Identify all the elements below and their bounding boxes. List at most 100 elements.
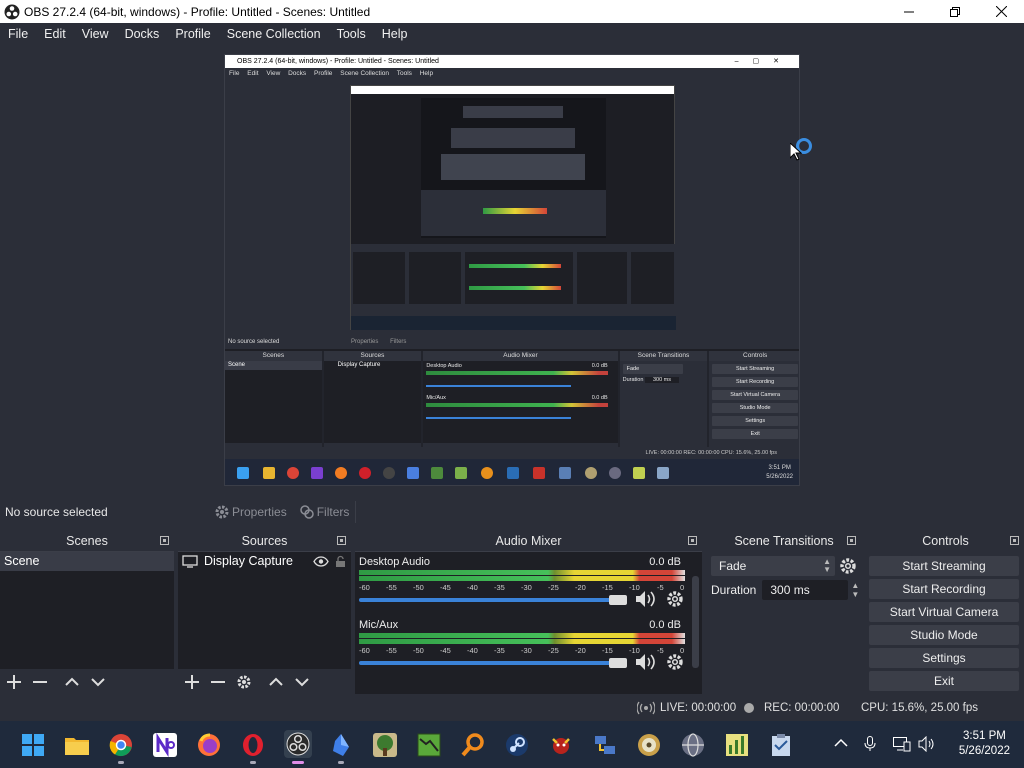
scene-transitions-dock: Scene Transitions Fade ▲ ▼ Duration 300 m… bbox=[707, 531, 861, 694]
gear-icon[interactable] bbox=[839, 557, 857, 575]
preview-area[interactable]: OBS 27.2.4 (64-bit, windows) - Profile: … bbox=[0, 45, 1024, 495]
scene-move-down-button[interactable] bbox=[88, 672, 108, 692]
menu-file[interactable]: File bbox=[0, 23, 36, 45]
nested-taskbar-icon bbox=[507, 467, 519, 479]
menu-profile[interactable]: Profile bbox=[167, 23, 218, 45]
source-move-down-button[interactable] bbox=[292, 672, 312, 692]
visibility-eye-icon[interactable] bbox=[313, 556, 329, 567]
taskbar-clipboard-app[interactable] bbox=[768, 732, 793, 757]
exit-button[interactable]: Exit bbox=[869, 671, 1019, 691]
steam-icon bbox=[505, 733, 528, 756]
settings-button[interactable]: Settings bbox=[869, 648, 1019, 668]
gear-icon[interactable] bbox=[666, 653, 684, 671]
filter-icon bbox=[299, 505, 314, 519]
lock-icon[interactable] bbox=[335, 555, 346, 568]
taskbar-file-explorer[interactable] bbox=[64, 732, 89, 757]
nested-duration-value: 300 ms bbox=[644, 377, 679, 383]
duration-spin-icon[interactable]: ▲ ▼ bbox=[851, 581, 859, 599]
volume-slider-handle[interactable] bbox=[609, 658, 627, 668]
nested-clock-time: 3:51 PM bbox=[768, 465, 791, 471]
nested-inner-dock bbox=[577, 252, 627, 304]
nested-controls-dock: Controls Start Streaming Start Recording… bbox=[709, 351, 799, 459]
undock-icon[interactable] bbox=[337, 536, 346, 545]
microphone-icon[interactable] bbox=[864, 736, 876, 752]
nested-title: OBS 27.2.4 (64-bit, windows) - Profile: … bbox=[237, 58, 439, 65]
source-move-up-button[interactable] bbox=[266, 672, 286, 692]
source-item-label: Display Capture bbox=[204, 554, 293, 568]
taskbar-steam[interactable] bbox=[504, 732, 529, 757]
start-streaming-button[interactable]: Start Streaming bbox=[869, 556, 1019, 576]
undock-icon[interactable] bbox=[688, 536, 697, 545]
menu-view[interactable]: View bbox=[74, 23, 117, 45]
source-properties-button[interactable] bbox=[234, 672, 254, 692]
start-recording-button[interactable]: Start Recording bbox=[869, 579, 1019, 599]
active-indicator bbox=[292, 761, 304, 764]
remove-scene-button[interactable] bbox=[30, 672, 50, 692]
maximize-button[interactable] bbox=[932, 0, 978, 23]
taskbar-chart-app[interactable] bbox=[724, 732, 749, 757]
menu-edit[interactable]: Edit bbox=[36, 23, 74, 45]
start-button[interactable] bbox=[20, 732, 45, 757]
volume-slider[interactable] bbox=[359, 661, 627, 665]
menu-tools[interactable]: Tools bbox=[329, 23, 374, 45]
add-scene-button[interactable] bbox=[4, 672, 24, 692]
nested-inner-taskbar bbox=[351, 316, 676, 330]
scene-item[interactable]: Scene bbox=[0, 552, 174, 571]
scale-tick: -45 bbox=[440, 646, 451, 655]
nested-start-virtual-camera: Start Virtual Camera bbox=[712, 390, 798, 400]
undock-icon[interactable] bbox=[847, 536, 856, 545]
undock-icon[interactable] bbox=[160, 536, 169, 545]
menu-help[interactable]: Help bbox=[374, 23, 416, 45]
taskbar-clock[interactable]: 3:51 PM 5/26/2022 bbox=[959, 729, 1010, 759]
taskbar-tree-app[interactable] bbox=[372, 732, 397, 757]
minimize-button[interactable] bbox=[886, 0, 932, 23]
nested-controls-title: Controls bbox=[709, 351, 799, 361]
taskbar-globe-app[interactable] bbox=[680, 732, 705, 757]
controls-dock: Controls Start Streaming Start Recording… bbox=[867, 531, 1024, 694]
undock-icon[interactable] bbox=[1010, 536, 1019, 545]
taskbar-firefox[interactable] bbox=[196, 732, 221, 757]
properties-button[interactable]: Properties bbox=[211, 501, 290, 523]
menu-scene-collection[interactable]: Scene Collection bbox=[219, 23, 329, 45]
taskbar-disc-app[interactable] bbox=[636, 732, 661, 757]
taskbar-obs[interactable] bbox=[284, 730, 312, 758]
move-down-icon bbox=[295, 677, 309, 686]
gear-icon[interactable] bbox=[666, 590, 684, 608]
taskbar-game-app[interactable] bbox=[548, 732, 573, 757]
speaker-volume-icon[interactable] bbox=[918, 736, 936, 752]
mixer-channel-desktop-audio: Desktop Audio 0.0 dB -60 -55 -50 -45 -40… bbox=[359, 556, 689, 616]
transition-select[interactable]: Fade ▲ ▼ bbox=[711, 556, 835, 576]
nested-mixer-body: Desktop Audio 0.0 dB Mic/Aux 0.0 dB bbox=[423, 361, 618, 443]
volume-slider-handle[interactable] bbox=[609, 595, 627, 605]
scenes-list[interactable]: Scene bbox=[0, 551, 174, 669]
window-titlebar: OBS 27.2.4 (64-bit, windows) - Profile: … bbox=[0, 0, 1024, 23]
menu-docks[interactable]: Docks bbox=[117, 23, 168, 45]
studio-mode-button[interactable]: Studio Mode bbox=[869, 625, 1019, 645]
channel-name: Mic/Aux bbox=[359, 619, 399, 631]
close-button[interactable] bbox=[978, 0, 1024, 23]
taskbar-network-app[interactable] bbox=[592, 732, 617, 757]
taskbar-opera[interactable] bbox=[240, 732, 265, 757]
properties-label: Properties bbox=[232, 505, 287, 519]
nested-start-recording: Start Recording bbox=[712, 377, 798, 387]
volume-slider[interactable] bbox=[359, 598, 627, 602]
taskbar-map-app[interactable] bbox=[416, 732, 441, 757]
sources-list[interactable]: Display Capture bbox=[178, 551, 351, 669]
network-display-icon[interactable] bbox=[893, 736, 911, 752]
taskbar-chrome[interactable] bbox=[108, 732, 133, 757]
mixer-scrollbar[interactable] bbox=[692, 576, 699, 668]
speaker-mute-icon[interactable] bbox=[635, 653, 657, 671]
source-item[interactable]: Display Capture bbox=[178, 552, 351, 571]
scene-move-up-button[interactable] bbox=[62, 672, 82, 692]
filters-button[interactable]: Filters bbox=[296, 501, 353, 523]
tray-overflow-chevron-icon[interactable] bbox=[834, 736, 848, 750]
remove-source-button[interactable] bbox=[208, 672, 228, 692]
taskbar-search-app[interactable] bbox=[460, 732, 485, 757]
speaker-mute-icon[interactable] bbox=[635, 590, 657, 608]
taskbar-crystal-app[interactable] bbox=[328, 732, 353, 757]
duration-input[interactable]: 300 ms bbox=[762, 580, 849, 600]
taskbar-app-n[interactable] bbox=[152, 732, 177, 757]
add-source-button[interactable] bbox=[182, 672, 202, 692]
nested-statusbar: LIVE: 00:00:00 REC: 00:00:00 CPU: 15.6%,… bbox=[225, 447, 799, 459]
start-virtual-camera-button[interactable]: Start Virtual Camera bbox=[869, 602, 1019, 622]
